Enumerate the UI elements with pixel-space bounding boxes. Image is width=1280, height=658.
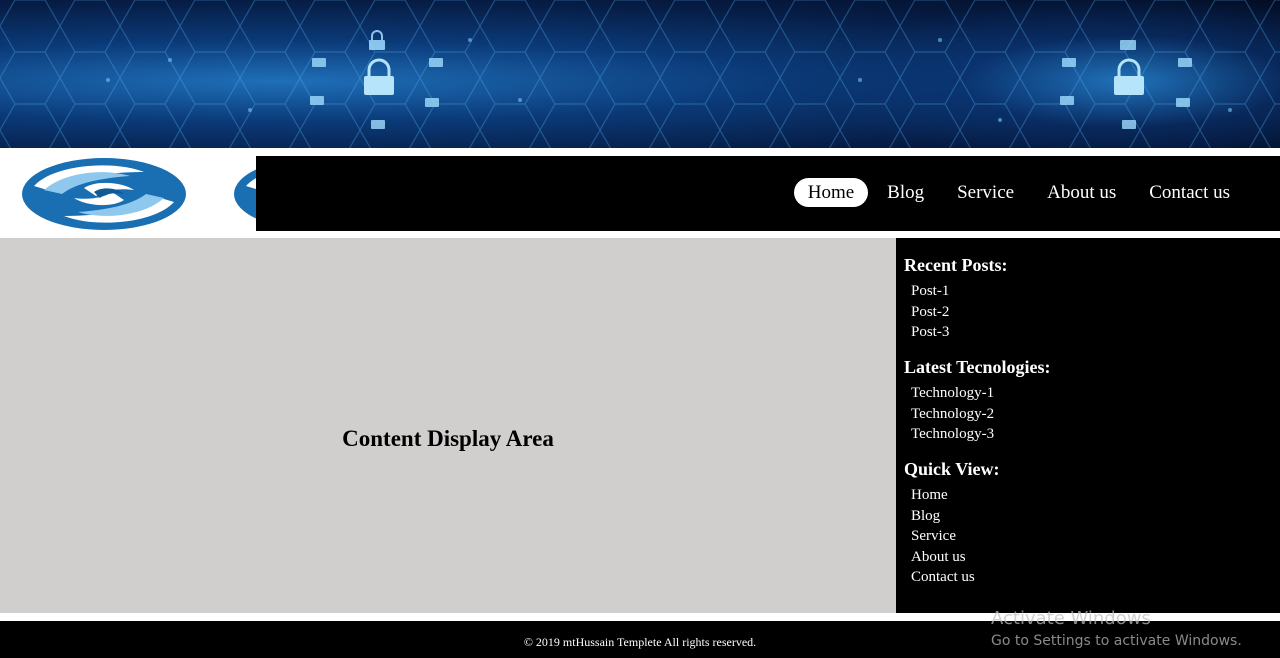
technology-link[interactable]: Technology-3 bbox=[911, 424, 1280, 445]
recent-post-link[interactable]: Post-1 bbox=[911, 281, 1280, 302]
activate-windows-watermark: Activate Windows Go to Settings to activ… bbox=[991, 608, 1242, 651]
recent-post-link[interactable]: Post-2 bbox=[911, 302, 1280, 323]
header-banner bbox=[0, 0, 1280, 148]
latest-tech-heading: Latest Tecnologies: bbox=[904, 357, 1051, 377]
nav-item-about-us[interactable]: About us bbox=[1033, 178, 1130, 207]
quick-view-link-contact-us[interactable]: Contact us bbox=[911, 567, 1280, 588]
top-nav: Home Blog Service About us Contact us bbox=[256, 156, 1280, 231]
content-title: Content Display Area bbox=[342, 426, 554, 451]
recent-posts-heading: Recent Posts: bbox=[904, 255, 1008, 275]
content-area: Content Display Area bbox=[0, 238, 896, 613]
sidebar: Recent Posts: Post-1 Post-2 Post-3 Lates… bbox=[896, 238, 1280, 613]
nav-item-service[interactable]: Service bbox=[943, 178, 1028, 207]
quick-view-link-blog[interactable]: Blog bbox=[911, 506, 1280, 527]
recent-post-link[interactable]: Post-3 bbox=[911, 322, 1280, 343]
latest-tech-section: Latest Tecnologies: Technology-1 Technol… bbox=[896, 356, 1280, 445]
nav-item-blog[interactable]: Blog bbox=[873, 178, 938, 207]
site-logo[interactable] bbox=[0, 148, 256, 238]
quick-view-link-about-us[interactable]: About us bbox=[911, 547, 1280, 568]
recent-posts-section: Recent Posts: Post-1 Post-2 Post-3 bbox=[896, 254, 1280, 343]
watermark-title: Activate Windows bbox=[991, 608, 1151, 629]
nav-item-contact-us[interactable]: Contact us bbox=[1135, 178, 1244, 207]
quick-view-section: Quick View: Home Blog Service About us C… bbox=[896, 458, 1280, 588]
quick-view-link-home[interactable]: Home bbox=[911, 485, 1280, 506]
watermark-subtitle: Go to Settings to activate Windows. bbox=[991, 633, 1242, 649]
quick-view-link-service[interactable]: Service bbox=[911, 526, 1280, 547]
nav-item-home[interactable]: Home bbox=[793, 178, 869, 207]
quick-view-heading: Quick View: bbox=[904, 459, 1000, 479]
nav-list: Home Blog Service About us Contact us bbox=[789, 178, 1244, 207]
technology-link[interactable]: Technology-2 bbox=[911, 404, 1280, 425]
technology-link[interactable]: Technology-1 bbox=[911, 383, 1280, 404]
